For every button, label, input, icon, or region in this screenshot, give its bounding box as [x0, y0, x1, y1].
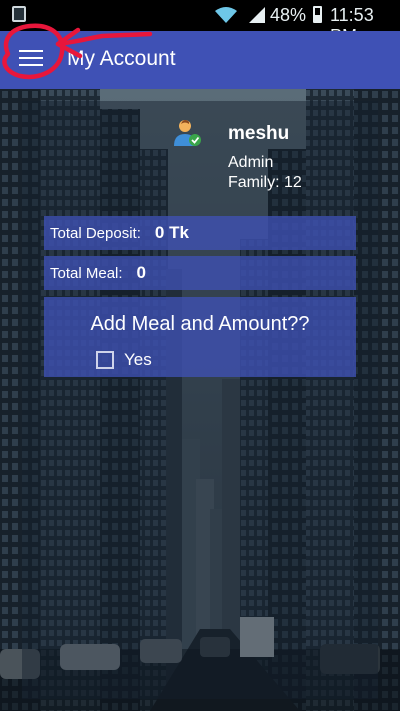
total-meal-value: 0 — [136, 263, 147, 282]
yes-checkbox-label[interactable]: Yes — [124, 350, 152, 370]
family-count: Family: 12 — [228, 174, 302, 192]
app-notification-icon — [12, 6, 26, 22]
user-name: meshu — [228, 123, 290, 144]
yes-checkbox[interactable] — [96, 351, 114, 369]
total-deposit-label: Total Deposit: — [50, 224, 141, 242]
user-role: Admin — [228, 154, 274, 171]
family-label: Family: — [228, 174, 280, 191]
wifi-icon — [215, 7, 237, 23]
total-deposit-row: Total Deposit: 0 Tk — [44, 216, 356, 250]
battery-icon — [313, 6, 322, 23]
page-title: My Account — [67, 47, 176, 70]
total-deposit-value: 0 Tk — [154, 223, 189, 242]
signal-icon — [249, 7, 265, 23]
add-meal-title: Add Meal and Amount?? — [90, 313, 310, 335]
user-verified-icon — [174, 120, 201, 146]
account-card — [22, 101, 378, 699]
add-meal-panel: Add Meal and Amount?? Yes — [44, 297, 356, 377]
hamburger-menu-icon[interactable] — [6, 31, 58, 89]
family-value: 12 — [284, 174, 302, 191]
total-meal-label: Total Meal: — [50, 264, 123, 282]
total-meal-row: Total Meal: 0 — [44, 256, 356, 290]
battery-percentage: 48% — [270, 5, 307, 25]
app-bar: My Account — [0, 31, 400, 89]
status-bar: 48% 11:53 PM — [0, 0, 400, 46]
